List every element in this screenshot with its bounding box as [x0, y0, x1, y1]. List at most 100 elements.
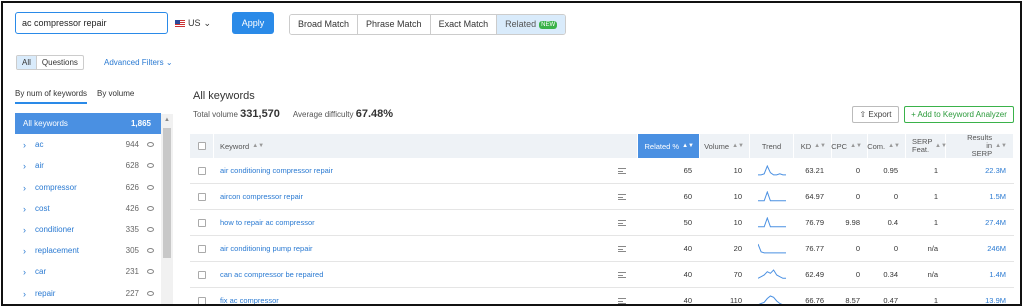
results-cell[interactable]: 27.4M: [946, 210, 1014, 236]
results-cell[interactable]: 1.5M: [946, 184, 1014, 210]
table-row[interactable]: air conditioning pump repair 40 20 76.77 0 0 n…: [190, 236, 1014, 262]
eye-icon[interactable]: [147, 206, 154, 211]
table-row[interactable]: fix ac compressor 40 110 66.76 8.57 0.47 1 13.9…: [190, 288, 1014, 304]
results-cell[interactable]: 246M: [946, 236, 1014, 262]
keyword-link[interactable]: can ac compressor be repaired: [220, 270, 323, 279]
results-cell-value[interactable]: 22.3M: [985, 166, 1006, 175]
group-count: 335: [125, 225, 139, 234]
advanced-filters-link[interactable]: Advanced Filters ⌄: [104, 58, 173, 67]
table-row[interactable]: aircon compressor repair 60 10 64.97 0 0 1 1.5M: [190, 184, 1014, 210]
trend-cell: [750, 210, 794, 236]
col-label: SERP Feat.: [912, 137, 933, 154]
group-item[interactable]: › compressor 626: [15, 177, 161, 198]
country-selector[interactable]: US ⌄: [175, 12, 225, 34]
groups-scrollbar[interactable]: ▲: [161, 114, 173, 304]
add-to-list-icon[interactable]: [618, 271, 626, 278]
keyword-link[interactable]: fix ac compressor: [220, 296, 279, 304]
scroll-up-icon[interactable]: ▲: [164, 117, 170, 123]
col-results[interactable]: Results in SERP ▲▼: [946, 134, 1014, 158]
table-row[interactable]: how to repair ac compressor 50 10 76.79 9.98…: [190, 210, 1014, 236]
search-input[interactable]: ac compressor repair: [15, 12, 168, 34]
avg-difficulty-value: 67.48%: [355, 108, 394, 120]
row-checkbox[interactable]: [198, 218, 206, 227]
group-item[interactable]: › replacement 305: [15, 240, 161, 261]
col-volume[interactable]: Volume ▲▼: [700, 134, 750, 158]
group-item[interactable]: › repair 227: [15, 283, 161, 304]
eye-icon[interactable]: [147, 248, 154, 253]
group-item[interactable]: › air 628: [15, 155, 161, 176]
results-cell-value[interactable]: 1.5M: [989, 192, 1006, 201]
kd-cell: 63.21: [794, 158, 832, 184]
col-related[interactable]: Related % ▲▼: [638, 134, 700, 158]
col-keyword[interactable]: Keyword ▲▼: [214, 134, 638, 158]
eye-icon[interactable]: [147, 185, 154, 190]
eye-icon[interactable]: [147, 227, 154, 232]
add-to-list-icon[interactable]: [618, 245, 626, 252]
toggle-questions[interactable]: Questions: [37, 56, 83, 69]
tab-broad-match[interactable]: Broad Match: [290, 15, 359, 34]
tab-related[interactable]: Related NEW: [497, 15, 566, 34]
group-item[interactable]: › conditioner 335: [15, 219, 161, 240]
row-checkbox[interactable]: [198, 270, 206, 279]
group-label: car: [35, 267, 47, 276]
group-item[interactable]: › ac 944: [15, 134, 161, 155]
add-to-list-icon[interactable]: [618, 219, 626, 226]
results-cell[interactable]: 13.9M: [946, 288, 1014, 304]
row-select-cell: [190, 158, 214, 184]
col-serp-feat[interactable]: SERP Feat. ▲▼: [906, 134, 947, 158]
results-cell-value[interactable]: 27.4M: [985, 218, 1006, 227]
add-to-list-icon[interactable]: [618, 297, 626, 304]
group-item[interactable]: › car 231: [15, 261, 161, 282]
add-to-list-icon[interactable]: [618, 193, 626, 200]
col-cpc[interactable]: CPC ▲▼: [831, 134, 868, 158]
results-cell-value[interactable]: 13.9M: [985, 296, 1006, 304]
apply-button[interactable]: Apply: [232, 12, 274, 34]
col-com[interactable]: Com. ▲▼: [867, 134, 906, 158]
related-cell: 50: [638, 210, 700, 236]
row-checkbox[interactable]: [198, 166, 206, 175]
match-type-tabs: Broad Match Phrase Match Exact Match Rel…: [289, 14, 567, 35]
group-item[interactable]: › cost 426: [15, 198, 161, 219]
cpc-cell: 0: [832, 262, 868, 288]
row-checkbox[interactable]: [198, 296, 206, 304]
row-checkbox[interactable]: [198, 244, 206, 253]
results-cell-value[interactable]: 246M: [987, 244, 1006, 253]
eye-icon[interactable]: [147, 163, 154, 168]
results-cell[interactable]: 1.4M: [946, 262, 1014, 288]
row-checkbox[interactable]: [198, 192, 206, 201]
export-button[interactable]: ⇧ Export: [852, 106, 899, 123]
keyword-link[interactable]: aircon compressor repair: [220, 192, 303, 201]
sort-icon: ▲▼: [995, 143, 1007, 149]
tab-by-num-keywords[interactable]: By num of keywords: [15, 89, 88, 104]
chevron-right-icon: ›: [23, 182, 26, 193]
tab-by-volume[interactable]: By volume: [97, 89, 134, 98]
results-cell[interactable]: 22.3M: [946, 158, 1014, 184]
add-to-keyword-analyzer-button[interactable]: + Add to Keyword Analyzer: [904, 106, 1014, 123]
eye-icon[interactable]: [147, 142, 154, 147]
volume-cell-value: 10: [733, 218, 742, 227]
group-item-all-keywords[interactable]: All keywords 1,865: [15, 113, 161, 134]
keyword-link[interactable]: air conditioning pump repair: [220, 244, 313, 253]
select-all-checkbox[interactable]: [197, 142, 206, 150]
toggle-all[interactable]: All: [17, 56, 37, 69]
keyword-link[interactable]: how to repair ac compressor: [220, 218, 315, 227]
col-kd[interactable]: KD ▲▼: [794, 134, 832, 158]
sort-icon: ▲▼: [850, 143, 862, 149]
results-cell-value[interactable]: 1.4M: [989, 270, 1006, 279]
eye-icon[interactable]: [147, 269, 154, 274]
keyword-type-toggle: All Questions: [16, 55, 84, 70]
col-label: KD: [800, 141, 812, 151]
group-label: compressor: [35, 183, 77, 192]
summary-stats: Total volume 331,570 Average difficulty …: [193, 108, 393, 120]
cpc-cell: 0: [832, 236, 868, 262]
kd-cell-value: 76.79: [805, 218, 824, 227]
eye-icon[interactable]: [147, 291, 154, 296]
group-count: 1,865: [130, 119, 151, 128]
table-row[interactable]: air conditioning compressor repair 65 10 63…: [190, 158, 1014, 184]
tab-exact-match[interactable]: Exact Match: [430, 15, 498, 34]
keyword-link[interactable]: air conditioning compressor repair: [220, 166, 333, 175]
table-row[interactable]: can ac compressor be repaired 40 70 62.49 0 0…: [190, 262, 1014, 288]
scrollbar-thumb[interactable]: [163, 128, 171, 258]
tab-phrase-match[interactable]: Phrase Match: [358, 15, 431, 34]
add-to-list-icon[interactable]: [618, 167, 626, 174]
